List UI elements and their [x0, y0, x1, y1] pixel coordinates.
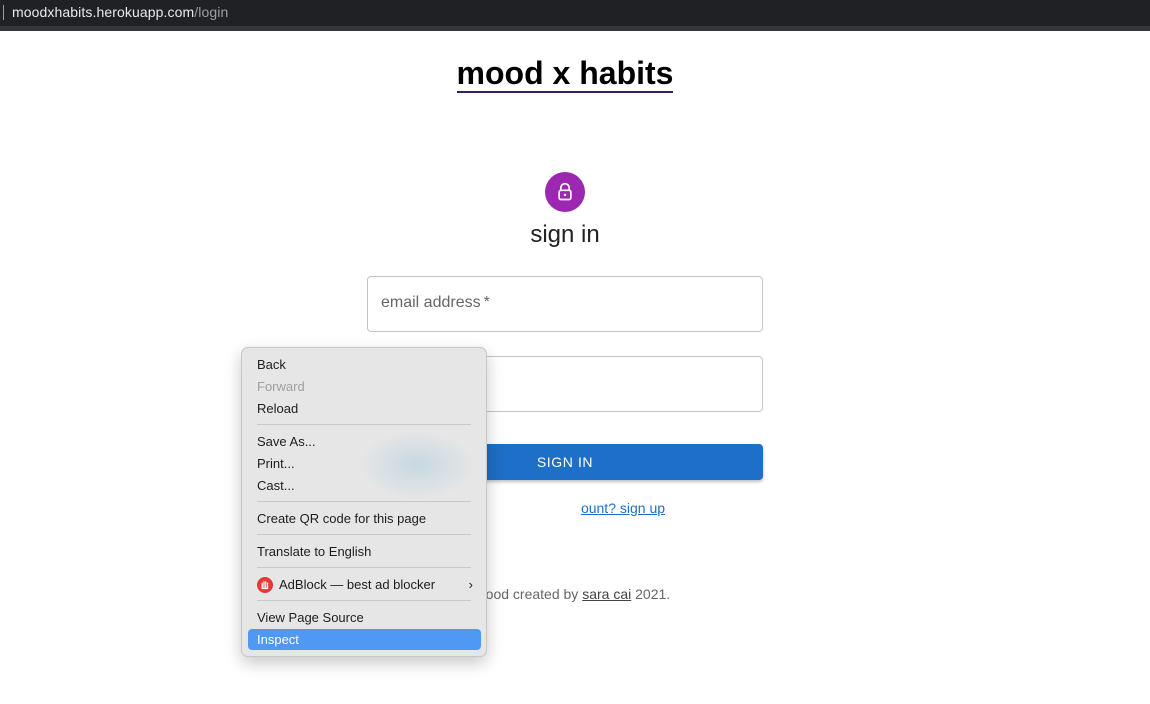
menu-item-adblock[interactable]: AdBlock — best ad blocker ›: [248, 574, 481, 595]
url-host: moodxhabits.herokuapp.com: [12, 4, 195, 20]
email-input[interactable]: [368, 277, 766, 333]
text-caret: [3, 5, 4, 20]
menu-divider: [257, 424, 471, 425]
adblock-label: AdBlock — best ad blocker: [279, 577, 436, 592]
browser-address-bar[interactable]: moodxhabits.herokuapp.com/login: [0, 0, 1150, 31]
menu-item-translate[interactable]: Translate to English: [248, 541, 481, 562]
menu-item-back[interactable]: Back: [248, 354, 481, 375]
email-field[interactable]: email address *: [367, 276, 766, 333]
footer-year: 2021.: [635, 586, 671, 602]
lock-icon: [545, 172, 585, 212]
menu-item-view-source[interactable]: View Page Source: [248, 607, 481, 628]
menu-item-reload[interactable]: Reload: [248, 398, 481, 419]
author-link[interactable]: sara cai: [582, 586, 631, 602]
brand-link[interactable]: mood x habits: [456, 55, 674, 93]
menu-item-forward: Forward: [257, 379, 305, 394]
context-menu: Back Forward Reload Save As... Print... …: [241, 347, 487, 657]
menu-divider: [257, 501, 471, 502]
page-title: sign in: [530, 221, 600, 248]
menu-divider: [257, 600, 471, 601]
url-text[interactable]: moodxhabits.herokuapp.com/login: [12, 4, 228, 20]
sign-up-link-text[interactable]: ount? sign up: [581, 500, 665, 516]
blur-overlay: [357, 430, 477, 500]
adblock-icon: [257, 577, 273, 593]
menu-divider: [257, 567, 471, 568]
brand-header: mood x habits: [0, 55, 1130, 93]
menu-item-inspect[interactable]: Inspect: [248, 629, 481, 650]
chevron-right-icon: ›: [468, 577, 473, 592]
menu-item-create-qr[interactable]: Create QR code for this page: [248, 508, 481, 529]
menu-divider: [257, 534, 471, 535]
url-path: /login: [194, 4, 229, 20]
